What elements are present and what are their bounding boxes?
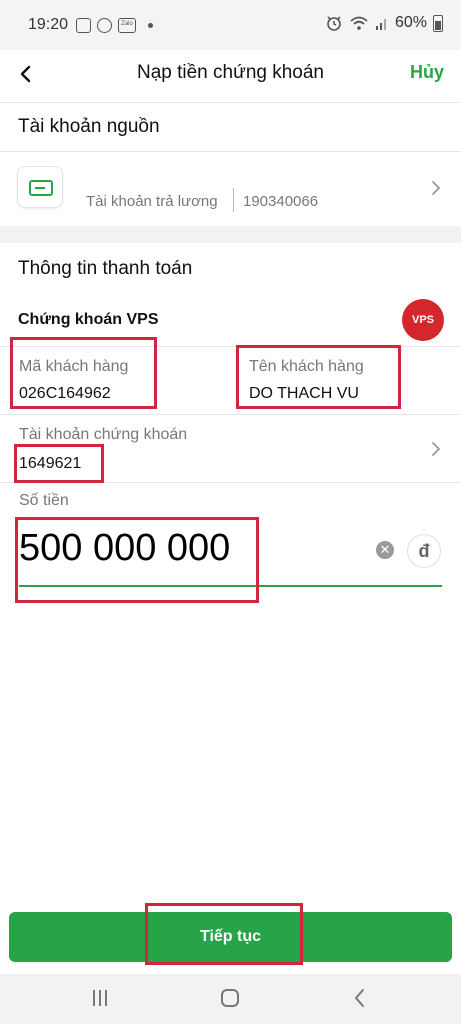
chevron-right-icon[interactable]: [429, 181, 443, 195]
separator: [233, 188, 234, 212]
signal-icon: [375, 19, 386, 30]
currency-button[interactable]: đ: [407, 534, 441, 568]
notification-dot-icon: [148, 22, 153, 28]
cancel-button[interactable]: Hủy: [410, 62, 444, 83]
highlight-amount: [15, 517, 259, 603]
highlight-securities-account: [14, 444, 104, 483]
battery-icon: [433, 14, 443, 32]
vps-logo: VPS: [402, 299, 444, 341]
status-bar: 19:20 Zalo 60%: [0, 0, 461, 50]
home-icon[interactable]: [219, 987, 241, 1009]
highlight-continue: [145, 903, 303, 965]
securities-account-label: Tài khoản chứng khoán: [19, 426, 188, 443]
chevron-right-icon[interactable]: [429, 442, 443, 456]
amount-label: Số tiền: [19, 492, 69, 509]
zalo-icon: Zalo: [118, 17, 136, 33]
clear-icon[interactable]: ✕: [376, 541, 394, 559]
recents-icon[interactable]: [90, 987, 110, 1009]
card-icon: [17, 166, 63, 208]
highlight-customer-name: [236, 345, 401, 409]
source-account-number: 190340066: [243, 193, 319, 210]
source-account-label: Tài khoản trả lương: [86, 193, 218, 210]
wifi-icon: [350, 16, 368, 30]
divider: [0, 102, 461, 103]
alarm-icon: [327, 16, 341, 31]
status-time: 19:20: [28, 16, 69, 33]
section-spacer: [0, 226, 461, 243]
back-icon[interactable]: [350, 987, 370, 1009]
source-section-title: Tài khoản nguồn: [18, 116, 160, 137]
viber-icon: [97, 17, 112, 33]
app-header: Nạp tiền chứng khoán Hủy: [0, 50, 461, 102]
highlight-customer-code: [10, 337, 157, 409]
payment-section-title: Thông tin thanh toán: [18, 258, 193, 279]
provider-name: Chứng khoán VPS: [18, 311, 159, 328]
page-title: Nạp tiền chứng khoán: [136, 62, 324, 83]
image-icon: [76, 17, 91, 33]
source-account-row[interactable]: [0, 152, 461, 226]
system-nav-bar: [0, 974, 461, 1024]
battery-percent: 60%: [394, 14, 427, 31]
